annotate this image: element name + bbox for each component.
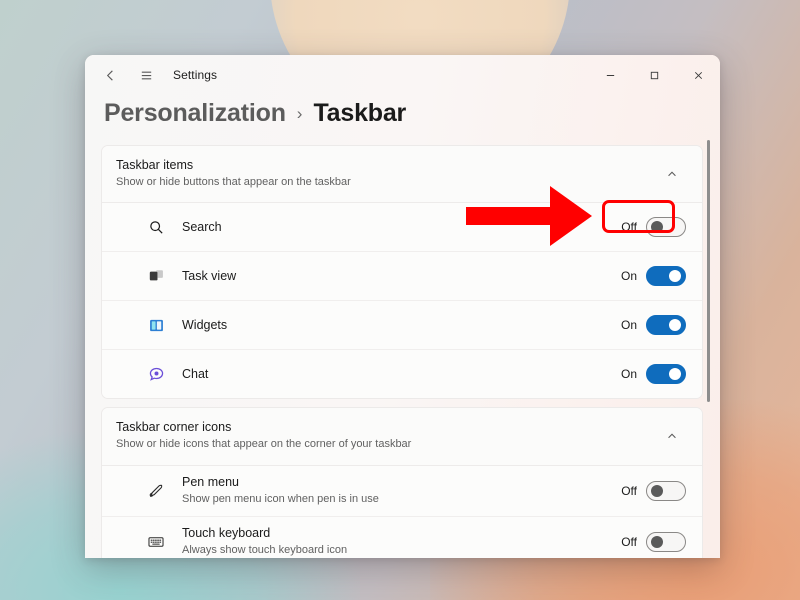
page-title: Taskbar — [313, 99, 407, 127]
row-text: Pen menu Show pen menu icon when pen is i… — [182, 474, 620, 507]
toggle-group: Off — [620, 531, 686, 552]
toggle-group: On — [620, 315, 686, 336]
toggle-state-label: Off — [621, 534, 637, 549]
row-icon-slot — [140, 317, 172, 334]
settings-row[interactable]: Pen menu Show pen menu icon when pen is i… — [102, 465, 702, 517]
task-view-icon — [148, 268, 165, 285]
settings-row[interactable]: Search Off — [102, 203, 702, 253]
row-icon-slot — [140, 219, 172, 236]
row-text: Touch keyboard Always show touch keyboard… — [182, 525, 620, 558]
row-label: Search — [182, 219, 222, 234]
toggle-knob — [669, 368, 681, 381]
chevron-up-icon — [666, 430, 678, 442]
settings-row[interactable]: Widgets On — [102, 301, 702, 351]
toggle-knob — [651, 221, 663, 234]
toggle-group: On — [620, 364, 686, 385]
section-header-text: Taskbar items Show or hide buttons that a… — [116, 157, 658, 190]
row-text: Search — [182, 219, 620, 236]
row-label: Touch keyboard — [182, 525, 271, 540]
row-sublabel: Show pen menu icon when pen is in use — [182, 492, 379, 505]
section-collapse-toggle[interactable] — [658, 160, 686, 188]
row-icon-slot — [140, 533, 172, 551]
toggle-state-label: On — [620, 367, 637, 382]
row-text: Task view — [182, 268, 620, 285]
row-label: Chat — [182, 366, 209, 381]
pen-icon — [147, 482, 165, 500]
section-header-text: Taskbar corner icons Show or hide icons t… — [116, 419, 658, 452]
toggle-knob — [669, 270, 681, 283]
row-label: Task view — [182, 268, 237, 283]
section-subtitle: Show or hide icons that appear on the co… — [116, 438, 412, 451]
toggle-knob — [651, 535, 663, 548]
window-title: Settings — [173, 68, 218, 82]
toggle-switch[interactable] — [646, 217, 686, 238]
section-header[interactable]: Taskbar corner icons Show or hide icons t… — [102, 408, 702, 466]
row-label: Widgets — [182, 317, 228, 332]
toggle-switch[interactable] — [646, 315, 686, 336]
maximize-icon[interactable] — [632, 59, 676, 91]
section-subtitle: Show or hide buttons that appear on the … — [116, 175, 351, 188]
row-icon-slot — [140, 268, 172, 285]
back-arrow-icon[interactable] — [95, 60, 125, 90]
minimize-icon[interactable] — [588, 59, 632, 91]
section-title: Taskbar items — [116, 158, 194, 172]
widgets-icon — [148, 317, 165, 334]
row-text: Widgets — [182, 317, 620, 334]
breadcrumb-parent[interactable]: Personalization — [104, 99, 286, 128]
toggle-state-label: On — [620, 269, 637, 284]
row-sublabel: Always show touch keyboard icon — [182, 543, 348, 556]
breadcrumb: Personalization › Taskbar — [85, 95, 720, 145]
toggle-switch[interactable] — [646, 266, 686, 287]
row-text: Chat — [182, 366, 620, 383]
toggle-knob — [651, 484, 663, 497]
breadcrumb-separator-icon: › — [296, 104, 303, 123]
toggle-switch[interactable] — [646, 364, 686, 385]
chevron-up-icon — [666, 168, 678, 180]
vertical-scrollbar[interactable] — [703, 137, 715, 558]
section-title: Taskbar corner icons — [116, 420, 232, 435]
row-icon-slot — [140, 482, 172, 500]
close-icon[interactable] — [676, 59, 720, 91]
toggle-group: Off — [620, 480, 686, 501]
settings-card: Taskbar items Show or hide buttons that a… — [101, 145, 703, 400]
settings-row[interactable]: Chat On — [102, 350, 702, 399]
window-titlebar: Settings — [85, 55, 720, 95]
settings-row[interactable]: Task view On — [102, 252, 702, 302]
hamburger-menu-icon[interactable] — [131, 60, 161, 90]
section-header[interactable]: Taskbar items Show or hide buttons that a… — [102, 146, 702, 204]
settings-content-area: Taskbar items Show or hide buttons that a… — [85, 145, 720, 558]
row-label: Pen menu — [182, 474, 239, 489]
row-icon-slot — [140, 366, 172, 383]
search-icon — [148, 219, 165, 236]
settings-window: Settings Personalization › Taskbar Taskb… — [85, 55, 720, 558]
toggle-switch[interactable] — [646, 480, 686, 501]
scrollbar-thumb[interactable] — [707, 140, 710, 402]
toggle-state-label: Off — [621, 220, 637, 235]
settings-row[interactable]: Touch keyboard Always show touch keyboard… — [102, 516, 702, 558]
keyboard-icon — [147, 533, 165, 551]
toggle-state-label: Off — [621, 483, 637, 498]
toggle-state-label: On — [620, 318, 637, 333]
chat-icon — [148, 366, 165, 383]
section-collapse-toggle[interactable] — [658, 422, 686, 450]
settings-card: Taskbar corner icons Show or hide icons t… — [101, 407, 703, 558]
toggle-group: On — [620, 266, 686, 287]
toggle-group: Off — [620, 217, 686, 238]
toggle-switch[interactable] — [646, 531, 686, 552]
toggle-knob — [669, 319, 681, 332]
desktop-background: Settings Personalization › Taskbar Taskb… — [0, 0, 800, 600]
